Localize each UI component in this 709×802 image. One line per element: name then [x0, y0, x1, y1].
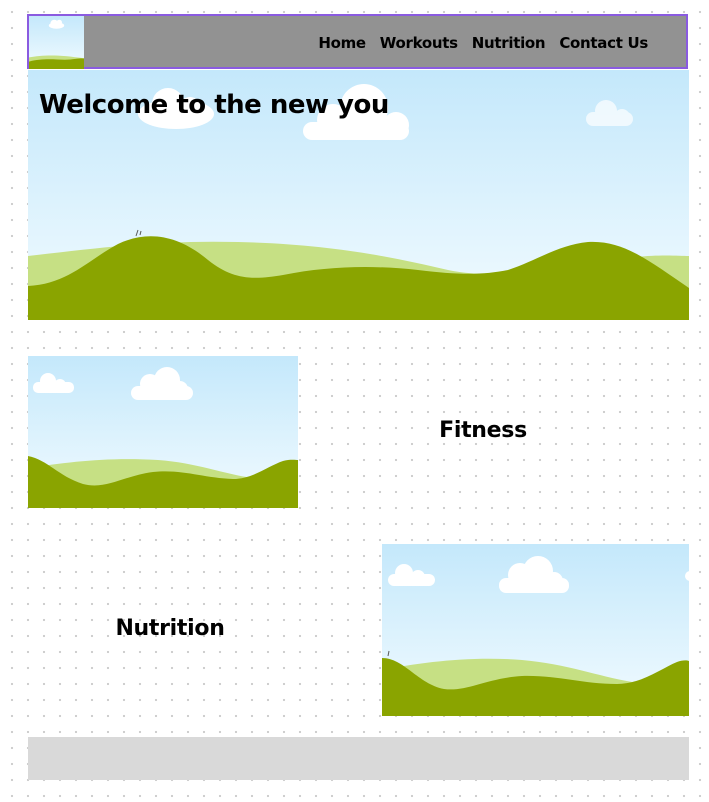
fitness-image	[28, 356, 298, 508]
nav-link-nutrition[interactable]: Nutrition	[472, 34, 546, 52]
hero-banner: Welcome to the new you	[28, 70, 689, 320]
hero-title: Welcome to the new you	[39, 90, 389, 120]
logo[interactable]	[29, 16, 84, 69]
landscape-image-icon	[382, 544, 689, 716]
nav-links: Home Workouts Nutrition Contact Us	[318, 16, 648, 69]
footer	[28, 737, 689, 780]
landscape-image-icon	[29, 16, 84, 69]
nav-link-workouts[interactable]: Workouts	[380, 34, 458, 52]
nutrition-heading: Nutrition	[115, 616, 225, 641]
nav-link-home[interactable]: Home	[318, 34, 366, 52]
nav-link-contact-us[interactable]: Contact Us	[559, 34, 648, 52]
navbar: Home Workouts Nutrition Contact Us	[27, 14, 688, 69]
fitness-heading: Fitness	[439, 418, 527, 443]
landscape-image-icon	[28, 356, 298, 508]
nutrition-image	[382, 544, 689, 716]
